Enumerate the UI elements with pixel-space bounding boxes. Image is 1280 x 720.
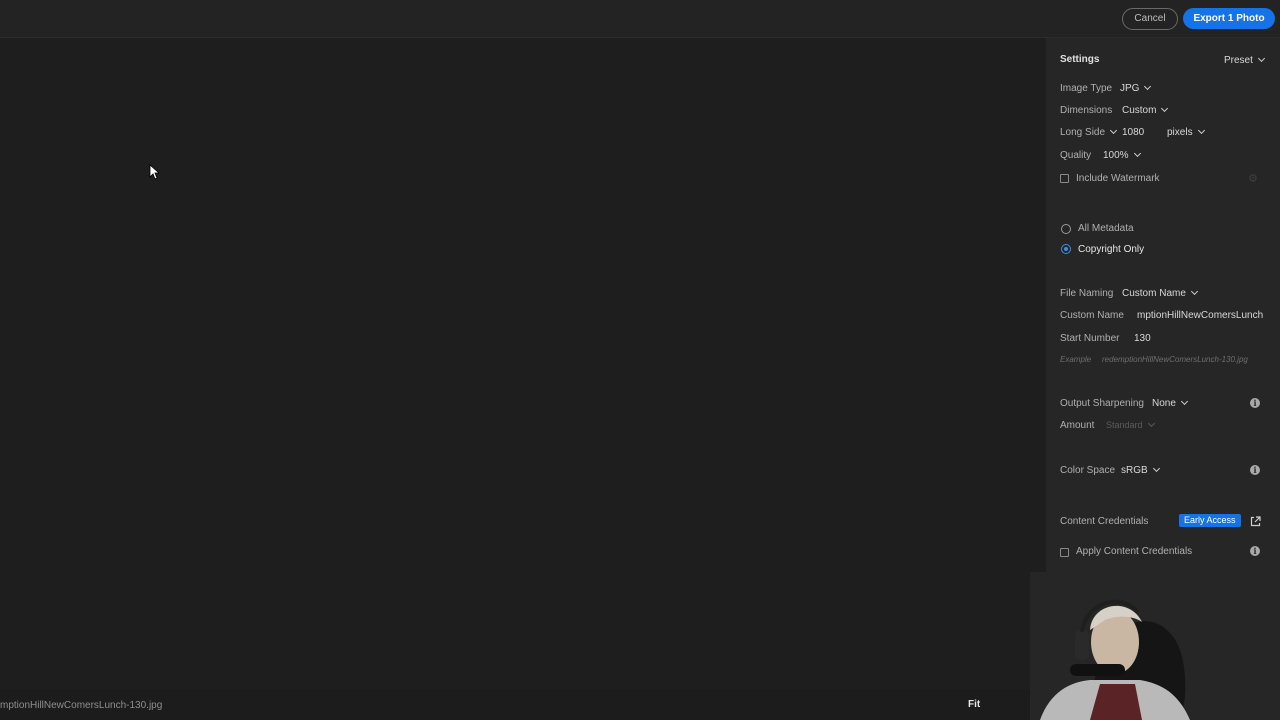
include-watermark-label: Include Watermark — [1076, 173, 1160, 184]
dimensions-label: Dimensions — [1060, 105, 1113, 116]
top-bar: Cancel Export 1 Photo — [0, 0, 1280, 38]
example-filename: redemptionHillNewComersLunch-130.jpg — [1102, 355, 1248, 364]
preset-label: Preset — [1224, 55, 1253, 66]
quality-value: 100% — [1103, 150, 1129, 161]
zoom-fit-button[interactable]: Fit — [968, 699, 980, 710]
bottom-bar: mptionHillNewComersLunch-130.jpg Fit — [0, 689, 1046, 720]
output-sharpening-label: Output Sharpening — [1060, 398, 1144, 409]
dimensions-dropdown[interactable]: Custom — [1122, 104, 1169, 116]
info-icon[interactable]: i — [1250, 398, 1260, 408]
chevron-down-icon — [1110, 126, 1118, 135]
early-access-badge: Early Access — [1179, 514, 1241, 527]
chevron-down-icon — [1257, 54, 1265, 63]
chevron-down-icon — [1190, 287, 1198, 296]
amount-dropdown: Standard — [1106, 419, 1155, 430]
info-icon[interactable]: i — [1250, 546, 1260, 556]
info-icon[interactable]: i — [1250, 465, 1260, 475]
output-sharpening-value: None — [1152, 398, 1176, 409]
dimensions-value: Custom — [1122, 105, 1157, 116]
long-side-dropdown[interactable]: Long Side — [1060, 126, 1118, 138]
chevron-down-icon — [1197, 126, 1205, 135]
output-sharpening-dropdown[interactable]: None — [1152, 397, 1188, 409]
start-number-label: Start Number — [1060, 333, 1120, 344]
chevron-down-icon — [1144, 82, 1152, 91]
preset-dropdown[interactable]: Preset — [1224, 54, 1265, 66]
chevron-down-icon — [1147, 419, 1155, 428]
apply-content-credentials-checkbox[interactable] — [1060, 548, 1069, 557]
mouse-cursor-icon — [149, 164, 159, 180]
image-type-dropdown[interactable]: JPG — [1120, 82, 1152, 94]
cancel-button[interactable]: Cancel — [1122, 8, 1178, 30]
radio-copyright-only[interactable] — [1061, 244, 1071, 254]
settings-title: Settings — [1060, 54, 1100, 65]
apply-content-credentials-label: Apply Content Credentials — [1076, 546, 1193, 557]
color-space-value: sRGB — [1121, 465, 1148, 476]
preview-filename: mptionHillNewComersLunch-130.jpg — [0, 700, 163, 711]
image-type-value: JPG — [1120, 83, 1140, 94]
all-metadata-label: All Metadata — [1078, 223, 1134, 234]
color-space-dropdown[interactable]: sRGB — [1121, 464, 1160, 476]
custom-name-input[interactable]: mptionHillNewComersLunch — [1137, 310, 1263, 321]
photo-preview-area — [0, 38, 1046, 688]
unit-dropdown[interactable]: pixels — [1167, 126, 1205, 138]
chevron-down-icon — [1161, 104, 1169, 113]
file-naming-dropdown[interactable]: Custom Name — [1122, 287, 1198, 299]
file-naming-label: File Naming — [1060, 288, 1114, 299]
chevron-down-icon — [1152, 464, 1160, 473]
webcam-overlay — [1030, 572, 1195, 720]
external-link-icon[interactable] — [1250, 516, 1261, 527]
copyright-only-label: Copyright Only — [1078, 244, 1145, 255]
export-button[interactable]: Export 1 Photo — [1183, 8, 1275, 29]
color-space-label: Color Space — [1060, 465, 1116, 476]
quality-dropdown[interactable]: 100% — [1103, 149, 1141, 161]
content-credentials-label: Content Credentials — [1060, 516, 1149, 527]
chevron-down-icon — [1133, 149, 1141, 158]
chevron-down-icon — [1180, 397, 1188, 406]
unit-value: pixels — [1167, 127, 1193, 138]
quality-label: Quality — [1060, 150, 1092, 161]
example-label: Example — [1060, 355, 1092, 364]
image-type-label: Image Type — [1060, 83, 1113, 94]
long-side-input[interactable]: 1080 — [1122, 127, 1144, 138]
radio-all-metadata[interactable] — [1061, 224, 1071, 234]
long-side-label: Long Side — [1060, 127, 1106, 138]
custom-name-label: Custom Name — [1060, 310, 1124, 321]
gear-icon[interactable] — [1248, 173, 1258, 183]
start-number-input[interactable]: 130 — [1134, 333, 1151, 344]
file-naming-value: Custom Name — [1122, 288, 1186, 299]
amount-label: Amount — [1060, 420, 1095, 431]
include-watermark-checkbox[interactable] — [1060, 174, 1069, 183]
amount-value: Standard — [1106, 420, 1143, 430]
